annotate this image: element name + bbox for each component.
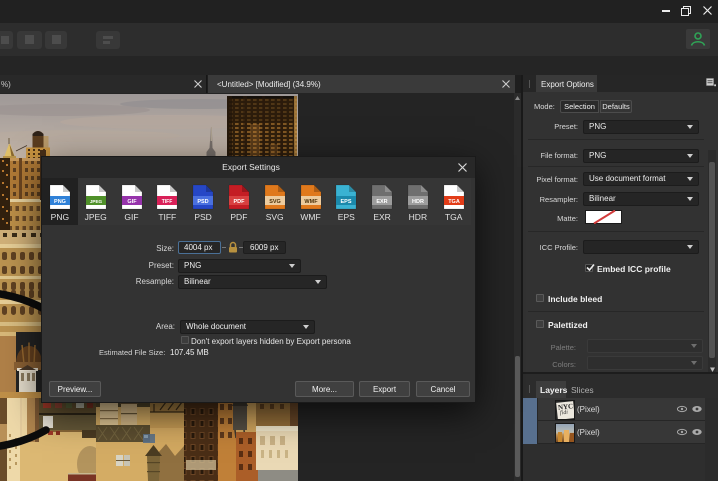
svg-text:PNG: PNG [54,199,66,205]
svg-text:TGA: TGA [448,199,460,205]
svg-text:GIF: GIF [127,199,137,205]
svg-text:PDF: PDF [233,199,245,205]
svg-text:SVG: SVG [269,199,281,205]
svg-text:HDR: HDR [412,199,424,205]
svg-text:TIFF: TIFF [162,199,173,205]
svg-text:JPEG: JPEG [90,199,103,204]
svg-text:EPS: EPS [341,199,352,205]
svg-text:PSD: PSD [197,199,208,205]
svg-text:EXR: EXR [376,199,387,205]
svg-text:WMF: WMF [304,199,318,205]
